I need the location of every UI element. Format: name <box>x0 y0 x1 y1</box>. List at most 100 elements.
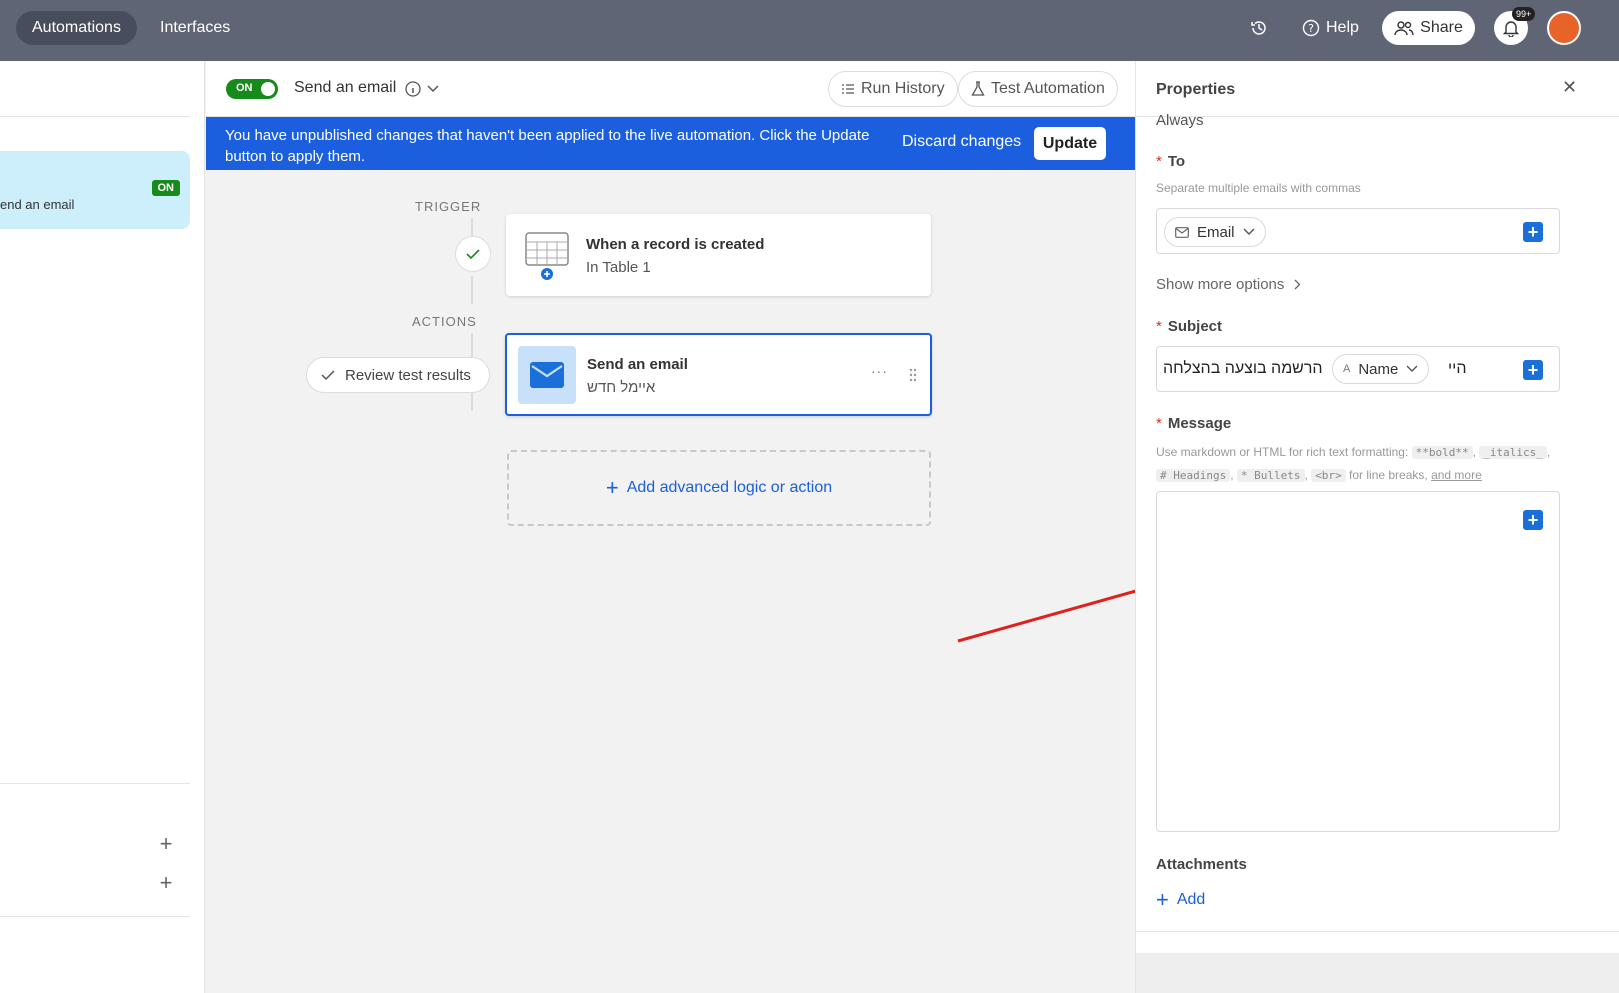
help-icon: ? <box>1302 19 1320 37</box>
close-icon[interactable]: ✕ <box>1562 77 1577 98</box>
banner-message: You have unpublished changes that haven'… <box>225 127 870 165</box>
flask-icon <box>971 81 985 96</box>
chevron-down-icon <box>1406 365 1418 372</box>
top-bar: Automations Interfaces ? Help Share 99+ <box>0 0 1619 61</box>
panel-divider <box>1136 931 1619 932</box>
review-label: Review test results <box>345 366 471 384</box>
automation-toggle[interactable]: ON <box>226 79 278 99</box>
check-icon <box>466 249 480 260</box>
list-icon <box>842 84 854 94</box>
unpublished-changes-banner: You have unpublished changes that haven'… <box>206 117 1135 170</box>
share-button[interactable]: Share <box>1382 11 1475 45</box>
chevron-down-icon[interactable] <box>427 84 439 94</box>
avatar[interactable] <box>1547 11 1581 45</box>
message-hint: Use markdown or HTML for rich text forma… <box>1156 445 1551 482</box>
bell-icon <box>1503 21 1519 37</box>
toggle-knob <box>261 82 275 96</box>
sidebar-item-label: end an email <box>0 197 75 212</box>
trigger-title: When a record is created <box>586 236 765 253</box>
run-history-label: Run History <box>861 80 945 97</box>
sidebar-divider <box>0 916 190 917</box>
trigger-subtitle: In Table 1 <box>586 259 651 276</box>
drag-handle-icon[interactable] <box>909 368 917 382</box>
automations-sidebar: end an email ON + + <box>0 61 205 993</box>
trigger-card[interactable]: When a record is created In Table 1 <box>506 214 931 296</box>
add-attachment-button[interactable]: + Add <box>1156 887 1206 912</box>
to-hint: Separate multiple emails with commas <box>1156 181 1361 195</box>
name-chip-label: Name <box>1358 360 1399 378</box>
subject-text-after: היי <box>1448 360 1467 377</box>
test-automation-button[interactable]: Test Automation <box>958 71 1118 107</box>
action-subtitle: איימל חדש <box>587 379 656 396</box>
action-icon-tile <box>518 346 576 404</box>
insert-field-button[interactable]: + <box>1523 360 1543 380</box>
subject-field[interactable]: הרשמה בוצעה בהצלחה A Name היי + <box>1156 346 1560 392</box>
users-icon <box>1394 21 1414 36</box>
history-button[interactable] <box>1250 11 1268 45</box>
add-icon[interactable]: + <box>157 872 175 894</box>
code-headings: # Headings <box>1156 469 1231 482</box>
envelope-icon <box>1175 226 1189 238</box>
help-button[interactable]: ? Help <box>1302 11 1359 45</box>
subject-label: * Subject <box>1156 318 1223 335</box>
actions-heading: ACTIONS <box>412 314 477 329</box>
help-label: Help <box>1326 19 1359 36</box>
trigger-status <box>455 236 491 272</box>
action-title: Send an email <box>587 356 688 373</box>
automation-name[interactable]: Send an email <box>294 79 396 97</box>
message-textarea[interactable]: + <box>1156 491 1560 832</box>
subject-text-before: הרשמה בוצעה בהצלחה <box>1163 360 1323 377</box>
status-badge: ON <box>151 180 180 196</box>
code-bold: **bold** <box>1411 446 1473 459</box>
flow-connector <box>471 276 473 304</box>
code-italics: _italics_ <box>1479 446 1547 459</box>
more-options-icon[interactable]: ··· <box>871 363 888 379</box>
flow-connector <box>471 218 473 236</box>
to-field[interactable]: Email + <box>1156 208 1560 254</box>
action-card[interactable]: Send an email איימל חדש ··· <box>505 333 932 416</box>
add-logic-label: Add advanced logic or action <box>626 479 833 496</box>
properties-panel: Properties ✕ Always * To Separate multipl… <box>1135 61 1619 993</box>
message-label: * Message <box>1156 415 1232 432</box>
chevron-right-icon <box>1294 279 1301 290</box>
show-more-label: Show more options <box>1156 276 1285 293</box>
run-history-button[interactable]: Run History <box>828 71 958 107</box>
run-condition-value: Always <box>1156 112 1204 129</box>
email-field-chip[interactable]: Email <box>1164 217 1266 247</box>
panel-title: Properties <box>1156 81 1236 98</box>
sidebar-divider <box>0 783 190 784</box>
discard-changes-button[interactable]: Discard changes <box>902 133 1021 151</box>
show-more-options-link[interactable]: Show more options <box>1156 276 1301 293</box>
text-field-icon: A <box>1343 363 1351 375</box>
code-bullets: * Bullets <box>1236 469 1305 482</box>
email-chip-label: Email <box>1197 223 1235 241</box>
panel-divider <box>1136 116 1619 117</box>
plus-icon: + <box>1156 887 1169 912</box>
flow-connector <box>471 333 473 357</box>
info-icon[interactable] <box>404 80 422 98</box>
envelope-icon <box>530 362 564 388</box>
to-label: * To <box>1156 153 1186 170</box>
add-attachment-label: Add <box>1176 891 1206 908</box>
tab-interfaces[interactable]: Interfaces <box>144 11 246 45</box>
attachments-label: Attachments <box>1156 856 1247 873</box>
insert-field-button[interactable]: + <box>1523 510 1543 530</box>
panel-footer <box>1136 953 1619 993</box>
add-icon[interactable]: + <box>157 833 175 855</box>
chevron-down-icon <box>1243 228 1255 235</box>
review-test-results-button[interactable]: Review test results <box>306 357 490 393</box>
and-more-link[interactable]: and more <box>1431 468 1482 482</box>
code-br: <br> <box>1311 469 1346 482</box>
test-automation-label: Test Automation <box>991 80 1105 97</box>
automation-header: ON Send an email Run History Test Automa… <box>206 61 1135 117</box>
sidebar-item-send-email[interactable]: end an email ON <box>0 151 190 229</box>
table-icon <box>525 232 569 280</box>
insert-field-button[interactable]: + <box>1523 222 1543 242</box>
plus-icon: + <box>605 475 619 500</box>
check-icon <box>321 370 335 381</box>
tab-automations[interactable]: Automations <box>16 11 137 45</box>
update-button[interactable]: Update <box>1034 127 1106 160</box>
toggle-label: ON <box>236 82 253 94</box>
add-logic-or-action-button[interactable]: + Add advanced logic or action <box>507 450 931 526</box>
name-field-chip[interactable]: A Name <box>1332 354 1430 384</box>
